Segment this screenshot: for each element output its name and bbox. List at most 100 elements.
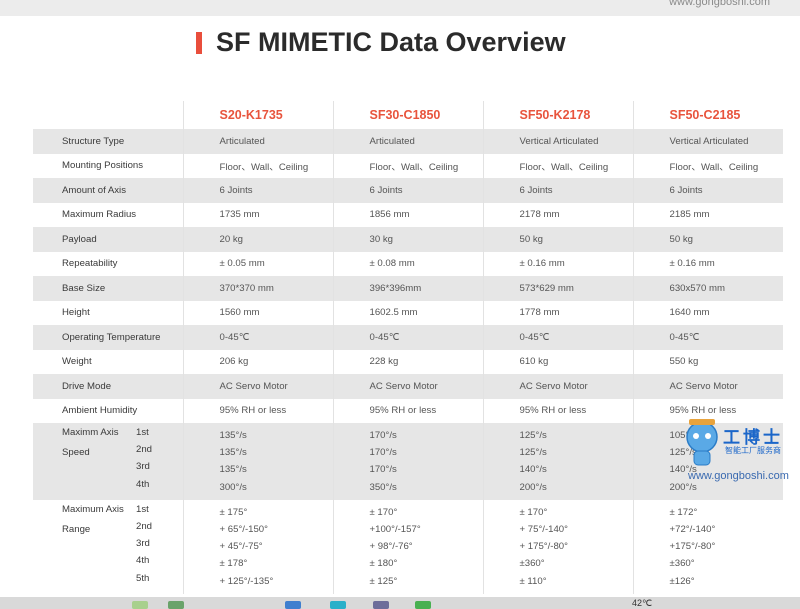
taskbar-app-icon[interactable]	[285, 601, 301, 609]
axis-value: 350°/s	[369, 481, 397, 493]
spec-value: 2185 mm	[669, 209, 710, 221]
spec-value: 550 kg	[669, 356, 699, 368]
speed-label-line1: Maximm Axis	[62, 427, 119, 438]
watermark-tagline: 智能工厂服务商	[725, 446, 781, 455]
spec-value: 95% RH or less	[483, 398, 634, 423]
axis-value: + 175°/-80°	[519, 541, 568, 553]
spec-value: ± 0.16 mm	[483, 251, 634, 276]
spec-value: 573*629 mm	[483, 276, 634, 301]
spec-value: 1640 mm	[669, 307, 710, 319]
spec-label: Mounting Positions	[33, 153, 184, 178]
taskbar-app-icon[interactable]	[415, 601, 431, 609]
spec-value: 0-45℃	[333, 325, 484, 350]
axis-value: ±360°	[669, 558, 695, 570]
spec-value: ± 0.08 mm	[333, 251, 484, 276]
axis-index: 1st	[136, 503, 149, 515]
axis-value: 135°/s	[219, 430, 247, 442]
spec-label: Maximum Radius	[33, 202, 184, 227]
axis-index: 3rd	[136, 461, 150, 473]
spec-value: Vertical Articulated	[483, 129, 634, 154]
spec-label: Repeatability	[33, 251, 184, 276]
model-header: SF50-C2185	[669, 108, 741, 122]
axis-value: ± 175°	[219, 506, 248, 518]
taskbar	[0, 597, 800, 609]
spec-value: ± 0.05 mm	[183, 251, 334, 276]
spec-value: 0-45℃	[633, 325, 783, 350]
speed-values: 170°/s 170°/s 170°/s 350°/s	[333, 423, 484, 500]
speed-values: 125°/s 125°/s 140°/s 200°/s	[483, 423, 634, 500]
page-title: SF MIMETIC Data Overview	[216, 27, 566, 57]
spec-value: 1856 mm	[333, 202, 484, 227]
speed-label-line2: Speed	[62, 447, 90, 458]
taskbar-app-icon[interactable]	[373, 601, 389, 609]
spec-value: 95% RH or less	[333, 398, 484, 423]
spec-value: ± 0.16 mm	[669, 258, 715, 270]
spec-value: Articulated	[183, 129, 334, 154]
spec-row: Amount of Axis 6 Joints 6 Joints 6 Joints 6 …	[33, 178, 783, 203]
spec-value: 1602.5 mm	[333, 300, 484, 325]
spec-row: Repeatability ± 0.05 mm ± 0.08 mm ± 0.16 mm…	[33, 251, 783, 276]
model-header: SF30-C1850	[333, 101, 484, 129]
spec-label: Amount of Axis	[33, 178, 184, 203]
spec-value: AC Servo Motor	[633, 374, 783, 399]
spec-value: 50 kg	[483, 227, 634, 252]
axis-value: + 45°/-75°	[219, 541, 263, 553]
axis-value: ± 110°	[519, 575, 547, 587]
spec-value: 6 Joints	[633, 178, 783, 203]
watermark-url: www.gongboshi.com	[688, 470, 789, 482]
watermark-logo: 工博士 智能工厂服务商 www.gongboshi.com	[680, 417, 790, 485]
axis-value: + 125°/-135°	[219, 575, 274, 587]
taskbar-app-icon[interactable]	[132, 601, 148, 609]
spec-label: Base Size	[33, 276, 184, 301]
spec-value: 610 kg	[483, 349, 634, 374]
axis-value: 170°/s	[369, 430, 397, 442]
spec-label: Operating Temperature	[33, 325, 184, 350]
spec-value: 396*396mm	[333, 276, 484, 301]
spec-value: Floor、Wall、Ceiling	[483, 153, 634, 178]
spec-row: Operating Temperature 0-45℃ 0-45℃ 0-45℃ 0-45…	[33, 325, 783, 350]
range-label-line2: Range	[62, 523, 91, 535]
spec-value: 370*370 mm	[183, 276, 334, 301]
spec-value: 30 kg	[333, 227, 484, 252]
taskbar-app-icon[interactable]	[168, 601, 184, 609]
spec-row: Height 1560 mm 1602.5 mm 1778 mm 1640 mm	[33, 300, 783, 325]
spec-value: Floor、Wall、Ceiling	[183, 153, 334, 178]
axis-value: ± 170°	[519, 506, 548, 518]
spec-label: Height	[33, 300, 184, 325]
axis-value: ± 178°	[219, 558, 248, 570]
speed-values: 135°/s 135°/s 135°/s 300°/s	[183, 423, 334, 500]
spec-row: Structure Type Articulated Articulated Vert…	[33, 129, 783, 154]
axis-value: ± 170°	[369, 506, 398, 518]
taskbar-app-icon[interactable]	[330, 601, 346, 609]
axis-index: 1st	[136, 427, 149, 438]
axis-value: 170°/s	[369, 464, 397, 476]
spec-value: 1778 mm	[483, 300, 634, 325]
axis-value: 135°/s	[219, 447, 247, 459]
range-label-cell: Maximum Axis Range 1st 2nd 3rd 4th 5th	[33, 499, 184, 594]
spec-value: Floor、Wall、Ceiling	[333, 153, 484, 178]
range-values: ± 170° + 75°/-140° + 175°/-80° ±360° ± 110°	[483, 499, 634, 594]
axis-index: 3rd	[136, 538, 150, 550]
spec-row: Mounting Positions Floor、Wall、Ceiling Floo…	[33, 153, 783, 178]
spec-label: Ambient Humidity	[33, 398, 184, 423]
range-label-line1: Maximum Axis	[62, 503, 124, 515]
spec-value: AC Servo Motor	[483, 374, 634, 399]
spec-row: Base Size 370*370 mm 396*396mm 573*629 mm 63…	[33, 276, 783, 301]
spec-value: 95% RH or less	[183, 398, 334, 423]
spec-value: 630x570 mm	[633, 276, 783, 301]
spec-value: 6 Joints	[333, 178, 484, 203]
header-blank	[33, 101, 184, 129]
range-values: ± 175° + 65°/-150° + 45°/-75° ± 178° + 125°/…	[183, 499, 334, 594]
axis-value: +100°/-157°	[369, 524, 421, 536]
spec-value: 1560 mm	[183, 300, 334, 325]
speed-label-cell: Maximm Axis Speed 1st 2nd 3rd 4th	[33, 423, 184, 500]
axis-index: 4th	[136, 555, 150, 567]
spec-row: Maximum Radius 1735 mm 1856 mm 2178 mm 2185 …	[33, 202, 783, 227]
spec-value: Floor、Wall、Ceiling	[669, 161, 759, 173]
axis-value: + 98°/-76°	[369, 541, 413, 553]
axis-value: 125°/s	[519, 430, 547, 442]
model-header: SF50-K2178	[483, 101, 634, 129]
url-text: www.gongboshi.com	[669, 0, 770, 8]
spec-label: Weight	[33, 349, 184, 374]
spec-label: Drive Mode	[33, 374, 184, 399]
